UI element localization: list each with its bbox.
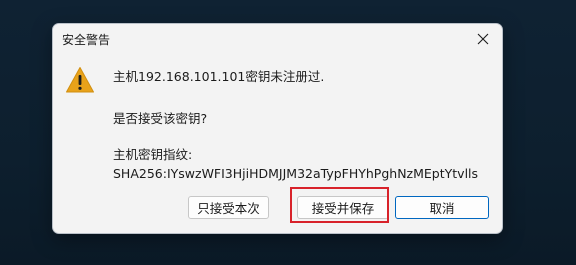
desktop-background: 安全警告 主机192.168.101.101密钥未注册过. 是否接受该密钥? 主… (0, 0, 576, 265)
dialog-titlebar: 安全警告 (53, 24, 502, 55)
host-unregistered-message: 主机192.168.101.101密钥未注册过. (113, 69, 325, 84)
accept-once-button[interactable]: 只接受本次 (188, 196, 269, 219)
accept-key-question: 是否接受该密钥? (113, 111, 208, 126)
close-icon (477, 33, 489, 45)
warning-icon (66, 67, 94, 93)
security-warning-dialog: 安全警告 主机192.168.101.101密钥未注册过. 是否接受该密钥? 主… (52, 23, 503, 234)
cancel-button[interactable]: 取消 (395, 196, 489, 219)
close-button[interactable] (469, 27, 497, 51)
fingerprint-label: 主机密钥指纹: (113, 147, 193, 162)
accept-and-save-button[interactable]: 接受并保存 (297, 196, 389, 219)
dialog-title: 安全警告 (62, 33, 111, 47)
fingerprint-value: SHA256:IYswzWFI3HjiHDMJJM32aTypFHYhPghNz… (113, 166, 479, 181)
